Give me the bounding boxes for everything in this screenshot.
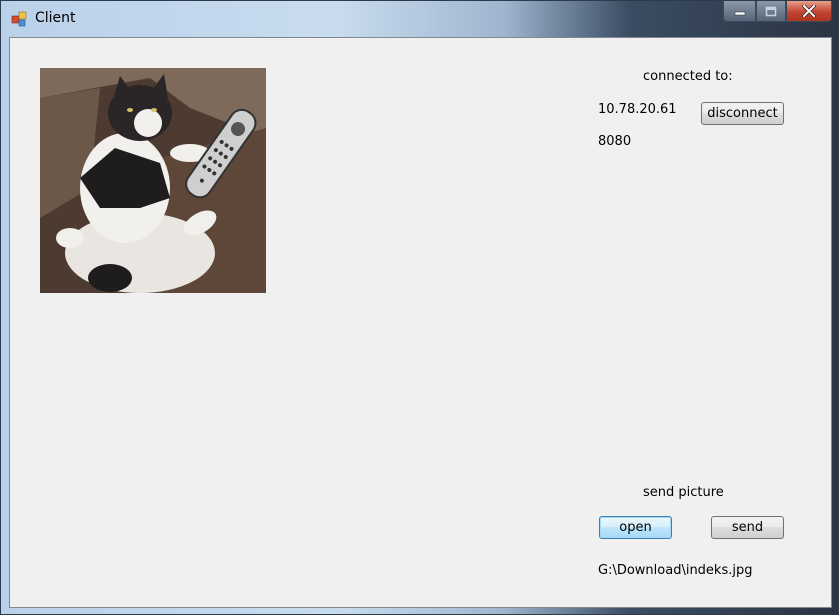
window-controls <box>723 1 832 23</box>
send-picture-label: send picture <box>643 485 724 500</box>
picture-box <box>40 68 266 293</box>
close-icon <box>802 5 816 17</box>
port-number: 8080 <box>598 134 632 149</box>
maximize-button[interactable] <box>756 1 786 22</box>
client-area: connected to: 10.78.20.61 disconnect 808… <box>9 37 832 608</box>
minimize-button[interactable] <box>723 1 756 22</box>
window-title: Client <box>35 10 76 26</box>
send-button[interactable]: send <box>711 516 784 539</box>
connected-to-label: connected to: <box>643 69 733 84</box>
cat-photo <box>40 68 266 293</box>
close-button[interactable] <box>786 1 832 22</box>
maximize-icon <box>765 6 777 16</box>
file-path: G:\Download\indeks.jpg <box>598 563 753 578</box>
ip-address: 10.78.20.61 <box>598 102 677 117</box>
title-bar[interactable]: Client <box>1 1 838 35</box>
minimize-icon <box>734 11 745 16</box>
open-button[interactable]: open <box>599 516 672 539</box>
client-window: Client connected to: 10.78.20.61 disconn… <box>0 0 839 615</box>
app-icon <box>11 11 27 27</box>
disconnect-button[interactable]: disconnect <box>701 102 784 125</box>
